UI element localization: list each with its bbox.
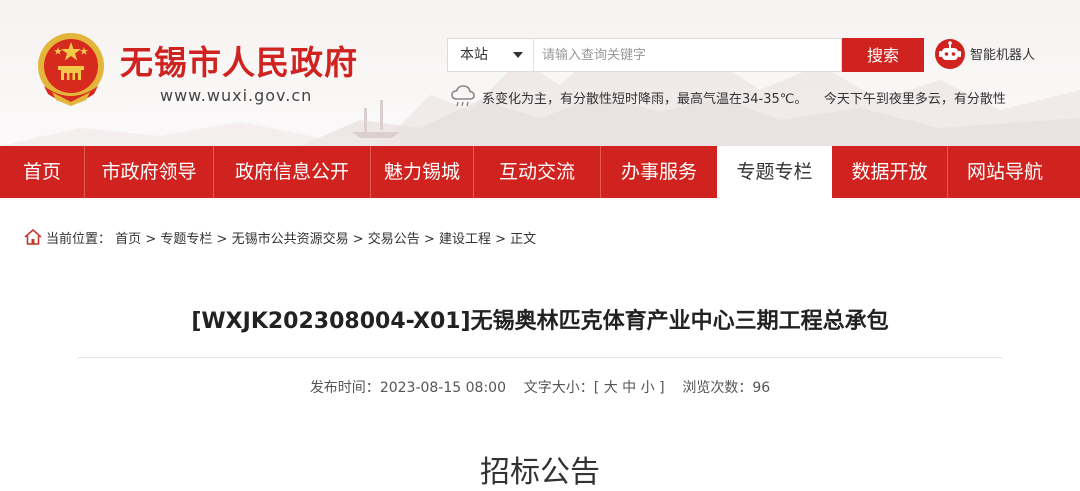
breadcrumb-separator: > bbox=[423, 232, 435, 247]
weather-ticker: 系变化为主，有分散性短时降雨，最高气温在34-35℃。 今天下午到夜里多云，有分… bbox=[450, 84, 1045, 110]
nav-item-site-map[interactable]: 网站导航 bbox=[948, 146, 1062, 198]
breadcrumb-separator: > bbox=[495, 232, 507, 247]
search-scope-select[interactable]: 本站 bbox=[448, 39, 534, 71]
robot-label: 智能机器人 bbox=[970, 48, 1036, 63]
breadcrumb-prefix: 当前位置： bbox=[46, 232, 112, 247]
breadcrumb-item-home[interactable]: 首页 bbox=[115, 232, 141, 247]
article-meta: 发布时间：2023-08-15 08:00 文字大小：[ 大 中 小 ] 浏览次… bbox=[0, 377, 1080, 397]
search-input[interactable] bbox=[536, 39, 836, 71]
breadcrumb-item-public-resources[interactable]: 无锡市公共资源交易 bbox=[232, 232, 349, 247]
notice-heading: 招标公告 bbox=[480, 455, 600, 490]
search-button[interactable]: 搜索 bbox=[842, 38, 924, 72]
weather-text: 系变化为主，有分散性短时降雨，最高气温在34-35℃。 今天下午到夜里多云，有分… bbox=[482, 92, 1006, 107]
nav-item-gov-info[interactable]: 政府信息公开 bbox=[214, 146, 370, 198]
nav-item-charm-city[interactable]: 魅力锡城 bbox=[371, 146, 473, 198]
search-box: 本站 bbox=[447, 38, 842, 72]
nav-item-interaction[interactable]: 互动交流 bbox=[474, 146, 600, 198]
chevron-down-icon bbox=[513, 52, 523, 58]
national-emblem-icon bbox=[38, 33, 104, 106]
breadcrumb-separator: > bbox=[145, 232, 157, 247]
font-size-label: 文字大小： bbox=[523, 380, 594, 396]
site-url[interactable]: www.wuxi.gov.cn bbox=[160, 86, 312, 105]
main-nav: 首页 市政府领导 政府信息公开 魅力锡城 互动交流 办事服务 专题专栏 数据开放… bbox=[0, 146, 1080, 198]
font-size-open-bracket: [ bbox=[593, 380, 600, 396]
breadcrumb-item-trade-notices[interactable]: 交易公告 bbox=[368, 232, 420, 247]
nav-item-special-topics[interactable]: 专题专栏 bbox=[717, 146, 832, 198]
nav-item-open-data[interactable]: 数据开放 bbox=[832, 146, 947, 198]
views-count: 96 bbox=[752, 380, 771, 396]
title-divider bbox=[78, 357, 1002, 358]
breadcrumb-item-construction[interactable]: 建设工程 bbox=[439, 232, 491, 247]
font-size-small-button[interactable]: 小 bbox=[641, 377, 655, 397]
article-title: [WXJK202308004-X01]无锡奥林匹克体育产业中心三期工程总承包 bbox=[191, 309, 889, 334]
site-title[interactable]: 无锡市人民政府 bbox=[120, 36, 358, 84]
breadcrumb-item-current: 正文 bbox=[510, 232, 537, 247]
robot-icon bbox=[935, 39, 965, 69]
publish-time-label: 发布时间： bbox=[309, 380, 380, 396]
home-icon bbox=[24, 229, 42, 245]
search-scope-value: 本站 bbox=[460, 47, 488, 63]
font-size-medium-button[interactable]: 中 bbox=[622, 377, 636, 397]
publish-time: 2023-08-15 08:00 bbox=[379, 380, 506, 396]
font-size-large-button[interactable]: 大 bbox=[604, 377, 618, 397]
weather-cloud-rain-icon bbox=[451, 85, 475, 107]
site-header: 无锡市人民政府 www.wuxi.gov.cn 本站 搜索 智能机器人 系变 bbox=[0, 0, 1080, 146]
breadcrumb-item-special-topics[interactable]: 专题专栏 bbox=[160, 232, 212, 247]
nav-item-home[interactable]: 首页 bbox=[0, 146, 84, 198]
nav-item-leaders[interactable]: 市政府领导 bbox=[85, 146, 213, 198]
breadcrumb-separator: > bbox=[352, 232, 364, 247]
views-label: 浏览次数： bbox=[682, 380, 753, 396]
font-size-close-bracket: ] bbox=[659, 380, 665, 396]
nav-item-services[interactable]: 办事服务 bbox=[601, 146, 717, 198]
breadcrumb-separator: > bbox=[216, 232, 228, 247]
